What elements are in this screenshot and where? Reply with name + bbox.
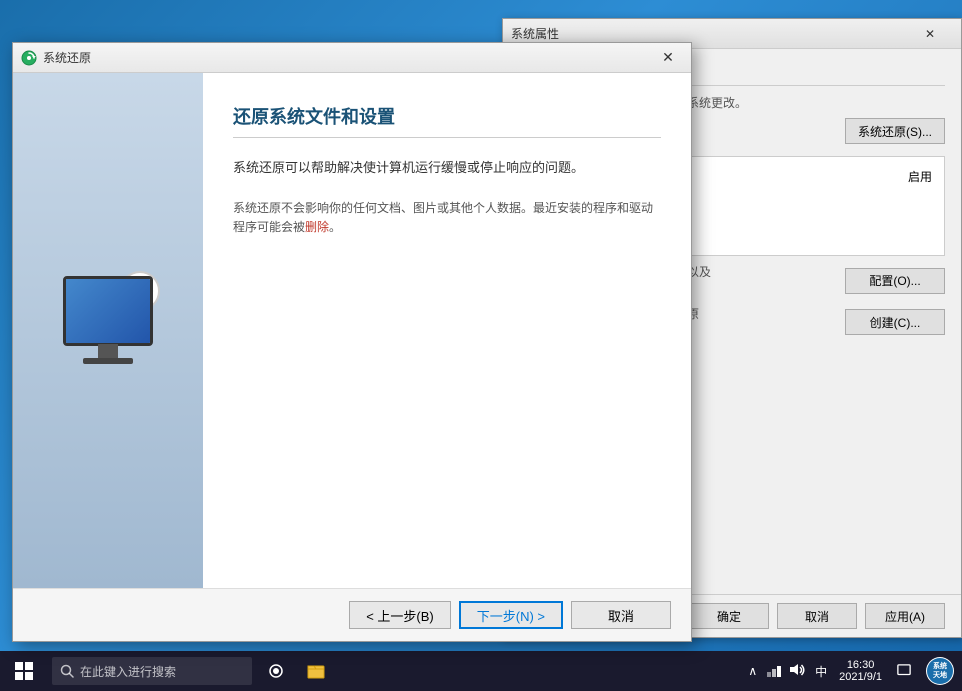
system-tray: ∧	[738, 662, 811, 681]
monitor-body	[63, 276, 153, 346]
restore-illustration	[48, 276, 168, 386]
search-icon	[60, 664, 74, 678]
start-button[interactable]	[0, 651, 48, 691]
volume-icon[interactable]	[789, 662, 805, 681]
website-logo-area[interactable]: 系统 天地	[918, 655, 962, 687]
restore-desc2-highlight: 删除	[305, 220, 329, 234]
create-btn[interactable]: 创建(C)...	[845, 309, 945, 335]
website-logo: 系统 天地	[926, 657, 954, 685]
restore-body: 还原系统文件和设置 系统还原可以帮助解决使计算机运行缓慢或停止响应的问题。 系统…	[13, 73, 691, 588]
restore-sidebar	[13, 73, 203, 588]
clock-date: 2021/9/1	[839, 671, 882, 683]
restore-heading: 还原系统文件和设置	[233, 103, 661, 138]
next-btn[interactable]: 下一步(N) >	[459, 601, 563, 629]
restore-titlebar: 系统还原 ✕	[13, 43, 691, 73]
restore-footer: < 上一步(B) 下一步(N) > 取消	[13, 588, 691, 641]
desktop: 系统属性 ✕ 远程 使用系统保护可以撤销不需要的系统更改。 系统还原(S)...…	[0, 0, 962, 691]
network-icon[interactable]	[767, 662, 783, 681]
search-placeholder: 在此键入进行搜索	[80, 663, 176, 680]
taskview-btn[interactable]	[256, 651, 296, 691]
system-props-close[interactable]: ✕	[907, 19, 953, 49]
search-bar[interactable]: 在此键入进行搜索	[52, 657, 252, 685]
restore-desc2-part1: 系统还原不会影响你的任何文档、图片或其他个人数据。最近安装的程序和驱动程序可能会…	[233, 201, 653, 234]
system-props-title: 系统属性	[511, 25, 907, 42]
file-explorer-btn[interactable]	[296, 651, 336, 691]
clock[interactable]: 16:30 2021/9/1	[831, 659, 890, 683]
restore-content: 还原系统文件和设置 系统还原可以帮助解决使计算机运行缓慢或停止响应的问题。 系统…	[203, 73, 691, 588]
dialog-cancel-btn[interactable]: 取消	[571, 601, 671, 629]
tray-expand-icon[interactable]: ∧	[744, 664, 761, 678]
monitor-screen	[66, 279, 150, 343]
restore-desc2: 系统还原不会影响你的任何文档、图片或其他个人数据。最近安装的程序和驱动程序可能会…	[233, 199, 661, 237]
clock-time: 16:30	[839, 659, 882, 671]
language-indicator[interactable]: 中	[811, 663, 831, 680]
restore-close-btn[interactable]: ✕	[645, 43, 691, 73]
restore-title-text: 系统还原	[43, 49, 645, 66]
svg-text:系统: 系统	[933, 661, 947, 670]
configure-btn[interactable]: 配置(O)...	[845, 268, 945, 294]
restore-title-icon	[21, 50, 37, 66]
restore-dialog: 系统还原 ✕	[12, 42, 692, 642]
system-props-controls: ✕	[907, 19, 953, 49]
notification-btn[interactable]	[890, 651, 918, 691]
status-col: 启用	[908, 168, 932, 185]
restore-desc2-part2: 。	[329, 220, 341, 234]
system-restore-btn[interactable]: 系统还原(S)...	[845, 118, 945, 144]
monitor-illustration	[48, 276, 168, 386]
back-btn[interactable]: < 上一步(B)	[349, 601, 451, 629]
svg-text:天地: 天地	[933, 670, 947, 679]
monitor-base	[83, 358, 133, 364]
restore-desc1: 系统还原可以帮助解决使计算机运行缓慢或停止响应的问题。	[233, 158, 661, 179]
cancel-btn[interactable]: 取消	[777, 603, 857, 629]
taskbar: 在此键入进行搜索 ∧	[0, 651, 962, 691]
apply-btn[interactable]: 应用(A)	[865, 603, 945, 629]
ok-btn[interactable]: 确定	[689, 603, 769, 629]
